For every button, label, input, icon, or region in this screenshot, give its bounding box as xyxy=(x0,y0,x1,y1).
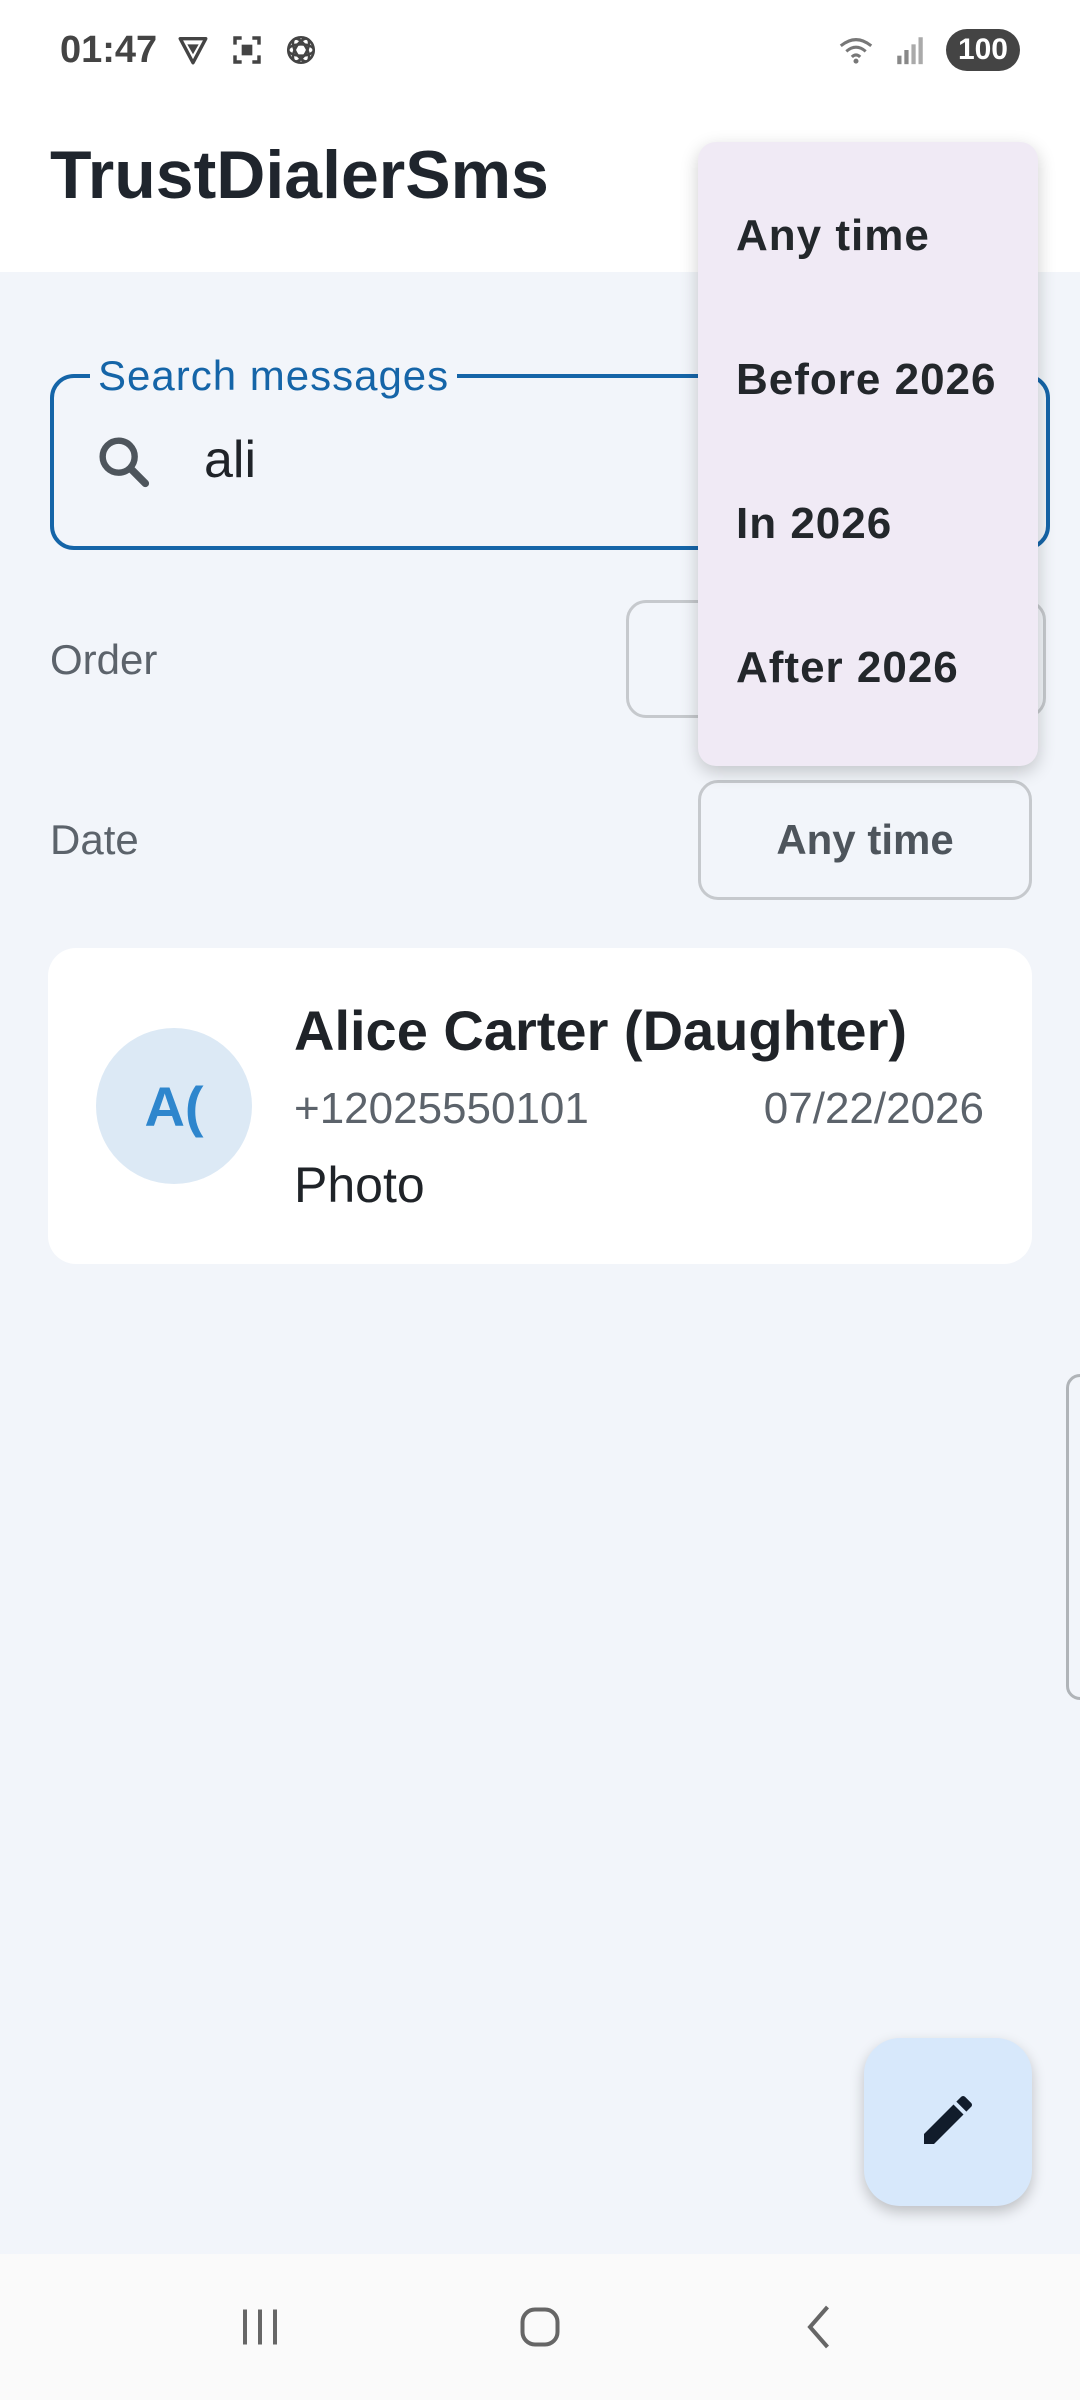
menu-item-after-2026[interactable]: After 2026 xyxy=(698,596,1038,740)
app-title: TrustDialerSms xyxy=(50,137,549,213)
menu-item-any-time[interactable]: Any time xyxy=(698,164,1038,308)
date-label: Date xyxy=(50,816,139,863)
home-button[interactable] xyxy=(480,2287,600,2367)
order-label: Order xyxy=(50,636,158,683)
date-filter-button[interactable]: Any time xyxy=(698,780,1032,900)
date-options-menu: Any time Before 2026 In 2026 After 2026 xyxy=(698,142,1038,766)
navigation-bar xyxy=(0,2254,1080,2400)
vpn-shield-icon xyxy=(175,32,211,68)
avatar: A( xyxy=(96,1028,252,1184)
status-left: 01:47 xyxy=(60,29,319,72)
recents-button[interactable] xyxy=(200,2287,320,2367)
edit-pencil-icon xyxy=(916,2088,980,2157)
status-time: 01:47 xyxy=(60,28,158,71)
home-icon xyxy=(520,2307,560,2347)
search-icon xyxy=(92,430,156,494)
battery-indicator: 100 xyxy=(945,29,1020,71)
status-right: 100 xyxy=(838,29,1020,71)
message-preview: Photo xyxy=(294,1157,425,1213)
menu-item-before-2026[interactable]: Before 2026 xyxy=(698,308,1038,452)
signal-icon xyxy=(892,32,928,68)
message-date: 07/22/2026 xyxy=(763,1084,984,1133)
contact-name: Alice Carter (Daughter) xyxy=(294,999,908,1062)
compose-button[interactable] xyxy=(864,2038,1032,2206)
screenshot-icon xyxy=(229,32,265,68)
menu-item-in-2026[interactable]: In 2026 xyxy=(698,452,1038,596)
openai-icon xyxy=(283,32,319,68)
search-field-label: Search messages xyxy=(90,352,458,400)
status-bar: 01:47 100 xyxy=(0,0,1080,100)
recents-icon xyxy=(243,2309,277,2345)
screen: 01:47 100 TrustDialerSms Search messages… xyxy=(0,0,1080,2400)
edge-panel-handle[interactable] xyxy=(1066,1374,1080,1700)
back-button[interactable] xyxy=(760,2287,880,2367)
wifi-icon xyxy=(838,32,874,68)
back-icon xyxy=(807,2305,830,2349)
message-result-card[interactable]: A( Alice Carter (Daughter) +12025550101 … xyxy=(48,948,1032,1264)
contact-number: +12025550101 xyxy=(294,1084,589,1133)
